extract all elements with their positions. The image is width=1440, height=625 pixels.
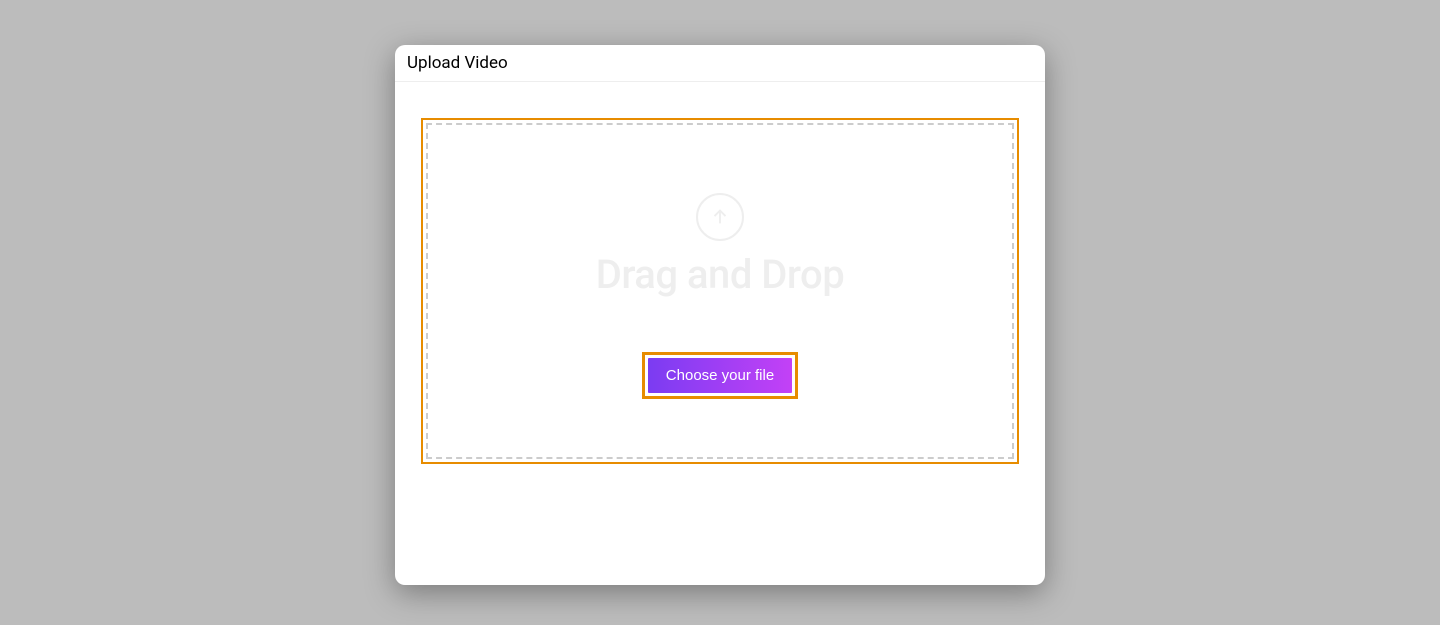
dialog-title: Upload Video [395,45,1045,82]
dropzone[interactable]: Drag and Drop Choose your file [426,123,1014,459]
dialog-body: Drag and Drop Choose your file [395,82,1045,500]
upload-arrow-icon [696,193,744,241]
choose-file-highlight: Choose your file [642,352,798,399]
choose-file-button[interactable]: Choose your file [648,358,792,393]
upload-dialog: Upload Video Drag and Drop Choose your f… [395,45,1045,585]
dropzone-label: Drag and Drop [596,251,844,298]
dropzone-highlight: Drag and Drop Choose your file [421,118,1019,464]
